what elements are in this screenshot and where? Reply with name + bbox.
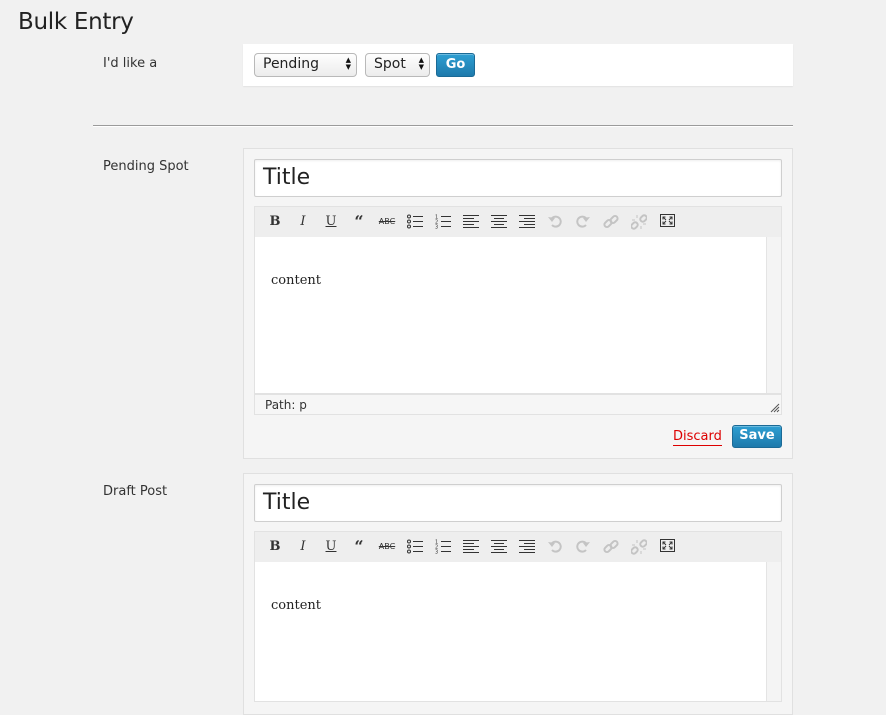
align-right-icon[interactable] [517, 213, 537, 231]
unlink-icon[interactable] [629, 213, 649, 231]
save-button[interactable]: Save [732, 425, 782, 448]
entry-panel-pending-spot: Title B I U “ ABC 123 content Path: p Di… [243, 148, 793, 459]
type-select[interactable]: Spot ▲ ▼ [365, 53, 430, 77]
editor-scrollbar[interactable] [766, 237, 781, 393]
editor-toolbar: B I U “ ABC 123 [254, 206, 782, 237]
section-divider [93, 125, 793, 127]
editor-toolbar: B I U “ ABC 123 [254, 531, 782, 562]
go-button[interactable]: Go [436, 53, 475, 77]
link-icon[interactable] [601, 538, 621, 556]
chooser-panel: Pending ▲ ▼ Spot ▲ ▼ Go [243, 44, 793, 86]
blockquote-icon[interactable]: “ [349, 213, 369, 231]
align-center-icon[interactable] [489, 213, 509, 231]
entry-label: Draft Post [103, 484, 168, 499]
fullscreen-icon[interactable] [657, 538, 677, 556]
bullet-list-icon[interactable] [405, 213, 425, 231]
content-editor[interactable]: content [254, 237, 782, 394]
strikethrough-icon[interactable]: ABC [377, 538, 397, 556]
undo-icon[interactable] [545, 538, 565, 556]
strikethrough-icon[interactable]: ABC [377, 213, 397, 231]
align-left-icon[interactable] [461, 538, 481, 556]
italic-icon[interactable]: I [293, 213, 313, 231]
italic-icon[interactable]: I [293, 538, 313, 556]
title-input[interactable]: Title [254, 484, 782, 522]
editor-content: content [271, 273, 321, 288]
numbered-list-icon[interactable]: 123 [433, 213, 453, 231]
chooser-label: I'd like a [103, 56, 158, 71]
redo-icon[interactable] [573, 213, 593, 231]
link-icon[interactable] [601, 213, 621, 231]
underline-icon[interactable]: U [321, 538, 341, 556]
bullet-list-icon[interactable] [405, 538, 425, 556]
align-center-icon[interactable] [489, 538, 509, 556]
undo-icon[interactable] [545, 213, 565, 231]
resize-grip-icon[interactable] [770, 403, 780, 413]
unlink-icon[interactable] [629, 538, 649, 556]
status-select-value: Pending [263, 56, 319, 72]
select-arrows-icon: ▲ ▼ [345, 56, 351, 71]
align-right-icon[interactable] [517, 538, 537, 556]
editor-path: Path: p [265, 398, 307, 412]
underline-icon[interactable]: U [321, 213, 341, 231]
content-editor[interactable]: content [254, 562, 782, 702]
title-input[interactable]: Title [254, 159, 782, 197]
status-select[interactable]: Pending ▲ ▼ [254, 53, 357, 77]
page-title: Bulk Entry [18, 9, 134, 35]
redo-icon[interactable] [573, 538, 593, 556]
discard-link[interactable]: Discard [673, 429, 722, 446]
editor-statusbar: Path: p [254, 394, 782, 415]
fullscreen-icon[interactable] [657, 213, 677, 231]
entry-panel-draft-post: Title B I U “ ABC 123 content [243, 473, 793, 715]
svg-text:3: 3 [435, 550, 438, 555]
bold-icon[interactable]: B [265, 538, 285, 556]
blockquote-icon[interactable]: “ [349, 538, 369, 556]
entry-label: Pending Spot [103, 159, 189, 174]
select-arrows-icon: ▲ ▼ [418, 56, 424, 71]
type-select-value: Spot [374, 56, 406, 72]
editor-scrollbar[interactable] [766, 562, 781, 701]
align-left-icon[interactable] [461, 213, 481, 231]
numbered-list-icon[interactable]: 123 [433, 538, 453, 556]
editor-content: content [271, 598, 321, 613]
svg-text:3: 3 [435, 225, 438, 230]
bold-icon[interactable]: B [265, 213, 285, 231]
